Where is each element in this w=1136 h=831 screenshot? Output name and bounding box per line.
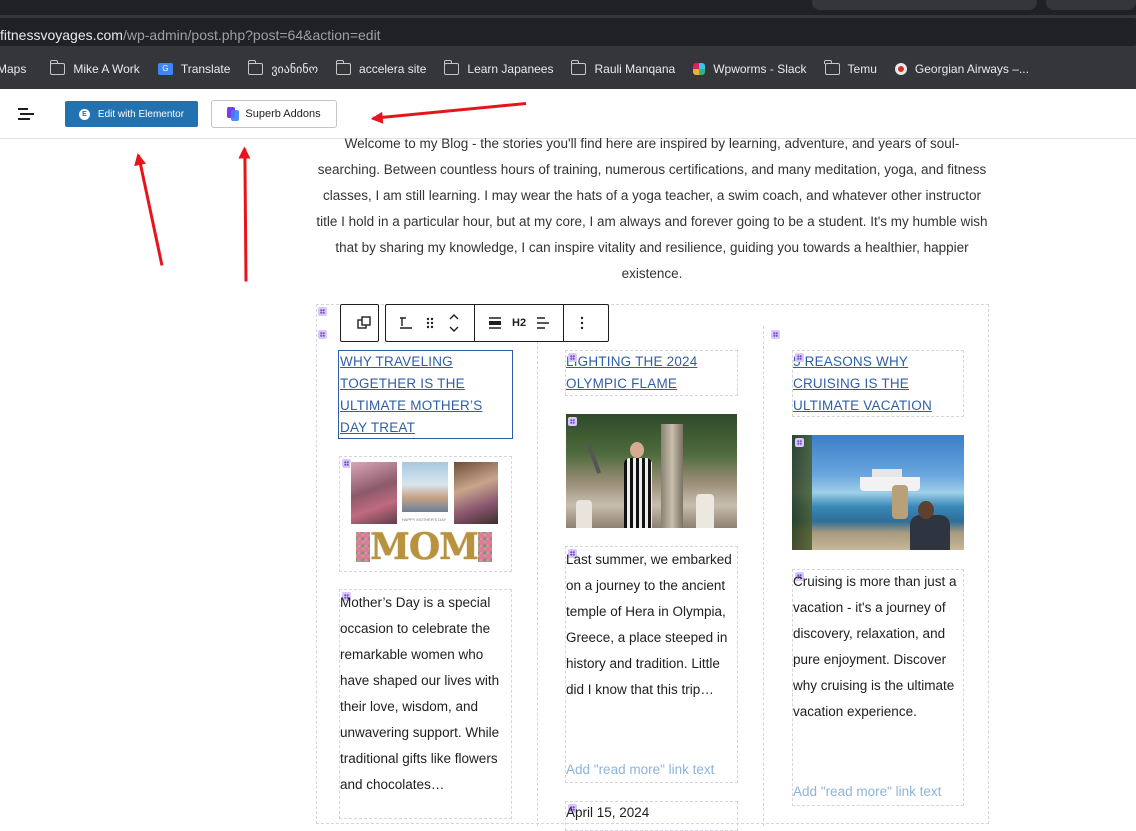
folder-icon (443, 60, 460, 75)
bookmark-temu[interactable]: Temu (824, 60, 877, 76)
block-handle[interactable] (568, 353, 577, 362)
palm-tree (792, 435, 812, 550)
elementor-icon: E (78, 108, 90, 120)
temple-column (661, 424, 683, 528)
folder-icon (247, 60, 264, 75)
post-template-icon (357, 316, 371, 329)
superb-addons-icon (227, 107, 240, 121)
annotation-arrow (243, 148, 248, 282)
cruise-ship (860, 477, 920, 491)
heading-level-button[interactable]: H2 (512, 317, 526, 329)
torch (586, 444, 602, 474)
block-switcher[interactable] (340, 304, 379, 342)
document-overview-icon[interactable] (18, 108, 34, 120)
post-excerpt-3[interactable]: Cruising is more than just a vacation - … (793, 569, 963, 725)
toolbar-group-format: H2 (475, 305, 565, 341)
browser-tab[interactable] (812, 0, 1037, 10)
slack-icon (693, 63, 706, 75)
url-text[interactable]: fitnessvoyages.com/wp-admin/post.php?pos… (0, 27, 381, 43)
folder-icon (49, 60, 66, 75)
block-handle[interactable] (771, 330, 780, 339)
bookmark-wpworms-slack[interactable]: Wpworms - Slack (693, 62, 807, 76)
floral-decoration (478, 532, 492, 562)
woman-figure (910, 515, 950, 550)
woman-figure (918, 501, 934, 519)
mom-text: MOM (369, 526, 479, 568)
heading-icon[interactable] (399, 316, 413, 330)
block-handle[interactable] (318, 307, 327, 316)
edit-with-elementor-button[interactable]: E Edit with Elementor (65, 101, 198, 127)
move-up-down-icon[interactable] (447, 313, 461, 333)
post-excerpt-1[interactable]: Mother’s Day is a special occasion to ce… (340, 590, 512, 798)
georgian-airways-icon (894, 63, 907, 75)
column-divider (763, 326, 764, 826)
folder-icon (335, 60, 352, 75)
post-date-2[interactable]: April 15, 2024 (566, 805, 649, 820)
post-title-2[interactable]: LIGHTING THE 2024 OLYMPIC FLAME (565, 350, 738, 396)
post-title-3[interactable]: 5 REASONS WHY CRUISING IS THE ULTIMATE V… (792, 350, 964, 417)
attendant-figure (696, 494, 714, 528)
drag-handle-icon[interactable] (423, 316, 437, 330)
intro-paragraph[interactable]: Welcome to my Blog - the stories you'll … (314, 131, 990, 287)
bookmark-maps[interactable]: Maps (0, 62, 26, 76)
block-handle[interactable] (318, 330, 327, 339)
bookmark-accelera-site[interactable]: accelera site (335, 60, 426, 76)
priestess-figure (630, 442, 644, 458)
cruise-ship (872, 469, 902, 477)
block-handle[interactable] (795, 353, 804, 362)
bookmark-translate[interactable]: G Translate (157, 62, 230, 76)
bookmark-georgian-airways[interactable]: Georgian Airways –... (894, 62, 1029, 76)
featured-image-cruise (792, 435, 964, 550)
photo-thumbnail (351, 462, 397, 524)
align-wide-icon[interactable] (488, 316, 502, 330)
featured-image-olympic-flame (566, 414, 737, 528)
read-more-link-3[interactable]: Add "read more" link text (793, 784, 941, 799)
address-bar-area: fitnessvoyages.com/wp-admin/post.php?pos… (0, 15, 1136, 49)
floral-decoration (356, 532, 370, 562)
read-more-link-2[interactable]: Add "read more" link text (566, 762, 714, 777)
superb-addons-button[interactable]: Superb Addons (211, 100, 337, 128)
block-handle[interactable] (795, 438, 804, 447)
browser-tab[interactable] (1046, 0, 1136, 10)
photo-thumbnail (402, 462, 448, 512)
toolbar-group-options (564, 305, 600, 341)
browser-tab-strip (0, 0, 1136, 15)
address-bar[interactable]: fitnessvoyages.com/wp-admin/post.php?pos… (0, 18, 1136, 46)
folder-icon (570, 60, 587, 75)
featured-image-mothers-day: HAPPY MOTHER'S DAY MOM (350, 462, 498, 568)
priestess-figure (624, 458, 652, 528)
folder-icon (824, 60, 840, 75)
bookmark-rauli-manqana[interactable]: Rauli Manqana (570, 60, 675, 76)
toolbar-group-move (386, 305, 475, 341)
bookmark-learn-japanees[interactable]: Learn Japanees (443, 60, 553, 76)
block-toolbar: H2 (385, 304, 609, 342)
lighthouse (892, 485, 908, 519)
bookmark-mike-a-work[interactable]: Mike A Work (49, 60, 140, 76)
bookmarks-bar: Maps Mike A Work G Translate ვიანინო acce… (0, 49, 1136, 89)
text-align-icon[interactable] (536, 316, 550, 330)
annotation-arrow (137, 154, 164, 266)
post-excerpt-2[interactable]: Last summer, we embarked on a journey to… (566, 547, 738, 703)
google-translate-icon: G (157, 63, 173, 75)
attendant-figure (576, 500, 592, 528)
bookmark-georgian-folder[interactable]: ვიანინო (247, 60, 318, 76)
post-title-1[interactable]: WHY TRAVELING TOGETHER IS THE ULTIMATE M… (338, 350, 513, 439)
block-handle[interactable] (568, 417, 577, 426)
photo-thumbnail (454, 462, 498, 524)
column-divider (537, 326, 538, 826)
more-options-icon[interactable] (580, 316, 584, 330)
